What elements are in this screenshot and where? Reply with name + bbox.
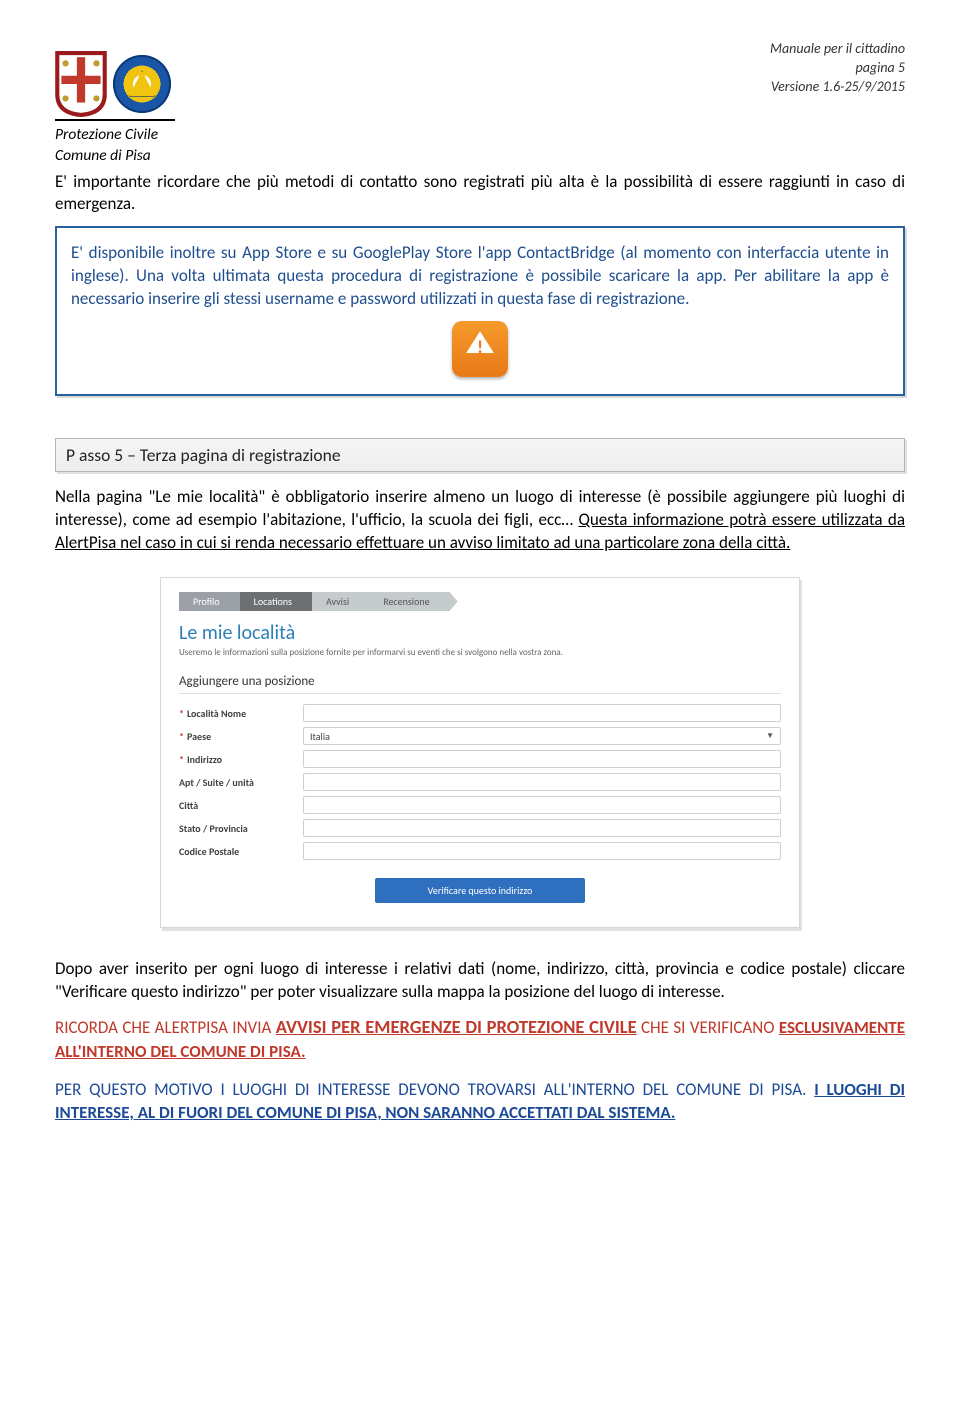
verify-address-button[interactable]: Verificare questo indirizzo xyxy=(375,878,585,903)
blue-a: PER QUESTO MOTIVO I LUOGHI DI INTERESSE … xyxy=(55,1079,814,1100)
select-paese-value: Italia xyxy=(310,730,330,743)
pisa-crest-icon xyxy=(55,51,107,117)
after-form-paragraph: Dopo aver inserito per ogni luogo di int… xyxy=(55,958,905,1004)
label-paese: *Paese xyxy=(179,730,289,743)
label-cap: Codice Postale xyxy=(179,845,289,858)
protezione-civile-icon xyxy=(113,55,171,113)
org-line-2: Comune di Pisa xyxy=(55,146,905,167)
info-box-text: E' disponibile inoltre su App Store e su… xyxy=(71,242,889,311)
red-big: AVVISI PER EMERGENZE DI PROTEZIONE CIVIL… xyxy=(276,1015,637,1038)
form-section-heading: Aggiungere una posizione xyxy=(179,674,781,694)
breadcrumb-step-profilo[interactable]: Profilo xyxy=(179,592,240,611)
red-warning-paragraph: RICORDA CHE ALERTPISA INVIA AVVISI PER E… xyxy=(55,1014,905,1064)
org-block: Protezione Civile Comune di Pisa xyxy=(55,125,905,167)
input-indirizzo[interactable] xyxy=(303,750,781,768)
blue-note-paragraph: PER QUESTO MOTIVO I LUOGHI DI INTERESSE … xyxy=(55,1078,905,1126)
step-5-header: P asso 5 – Terza pagina di registrazione xyxy=(55,438,905,472)
input-stato[interactable] xyxy=(303,819,781,837)
chevron-down-icon: ▼ xyxy=(766,731,774,741)
info-box-app: E' disponibile inoltre su App Store e su… xyxy=(55,226,905,396)
logo-underline xyxy=(55,119,175,121)
label-indirizzo-text: Indirizzo xyxy=(187,753,222,766)
input-localita-nome[interactable] xyxy=(303,704,781,722)
label-indirizzo: *Indirizzo xyxy=(179,753,289,766)
label-stato: Stato / Provincia xyxy=(179,822,289,835)
select-paese[interactable]: Italia ▼ xyxy=(303,727,781,745)
label-paese-text: Paese xyxy=(187,730,211,743)
red-pre: RICORDA CHE ALERTPISA INVIA xyxy=(55,1017,276,1038)
breadcrumb-step-recensione[interactable]: Recensione xyxy=(369,592,449,611)
contactbridge-app-icon xyxy=(452,321,508,377)
org-line-1: Protezione Civile xyxy=(55,125,905,146)
intro-paragraph: E' importante ricordare che più metodi d… xyxy=(55,171,905,217)
breadcrumb: Profilo Locations Avvisi Recensione xyxy=(179,592,781,611)
breadcrumb-step-avvisi[interactable]: Avvisi xyxy=(312,592,369,611)
label-localita-nome-text: Località Nome xyxy=(187,707,246,720)
form-title: Le mie località xyxy=(179,621,781,645)
breadcrumb-step-locations[interactable]: Locations xyxy=(240,592,312,611)
red-post1: CHE SI VERIFICANO xyxy=(637,1017,779,1038)
label-apt: Apt / Suite / unità xyxy=(179,776,289,789)
step-5-paragraph: Nella pagina "Le mie località" è obbliga… xyxy=(55,486,905,555)
input-apt[interactable] xyxy=(303,773,781,791)
label-localita-nome: *Località Nome xyxy=(179,707,289,720)
form-subtitle: Useremo le informazioni sulla posizione … xyxy=(179,647,781,658)
input-cap[interactable] xyxy=(303,842,781,860)
input-citta[interactable] xyxy=(303,796,781,814)
locations-form-screenshot: Profilo Locations Avvisi Recensione Le m… xyxy=(160,577,800,928)
label-citta: Città xyxy=(179,799,289,812)
